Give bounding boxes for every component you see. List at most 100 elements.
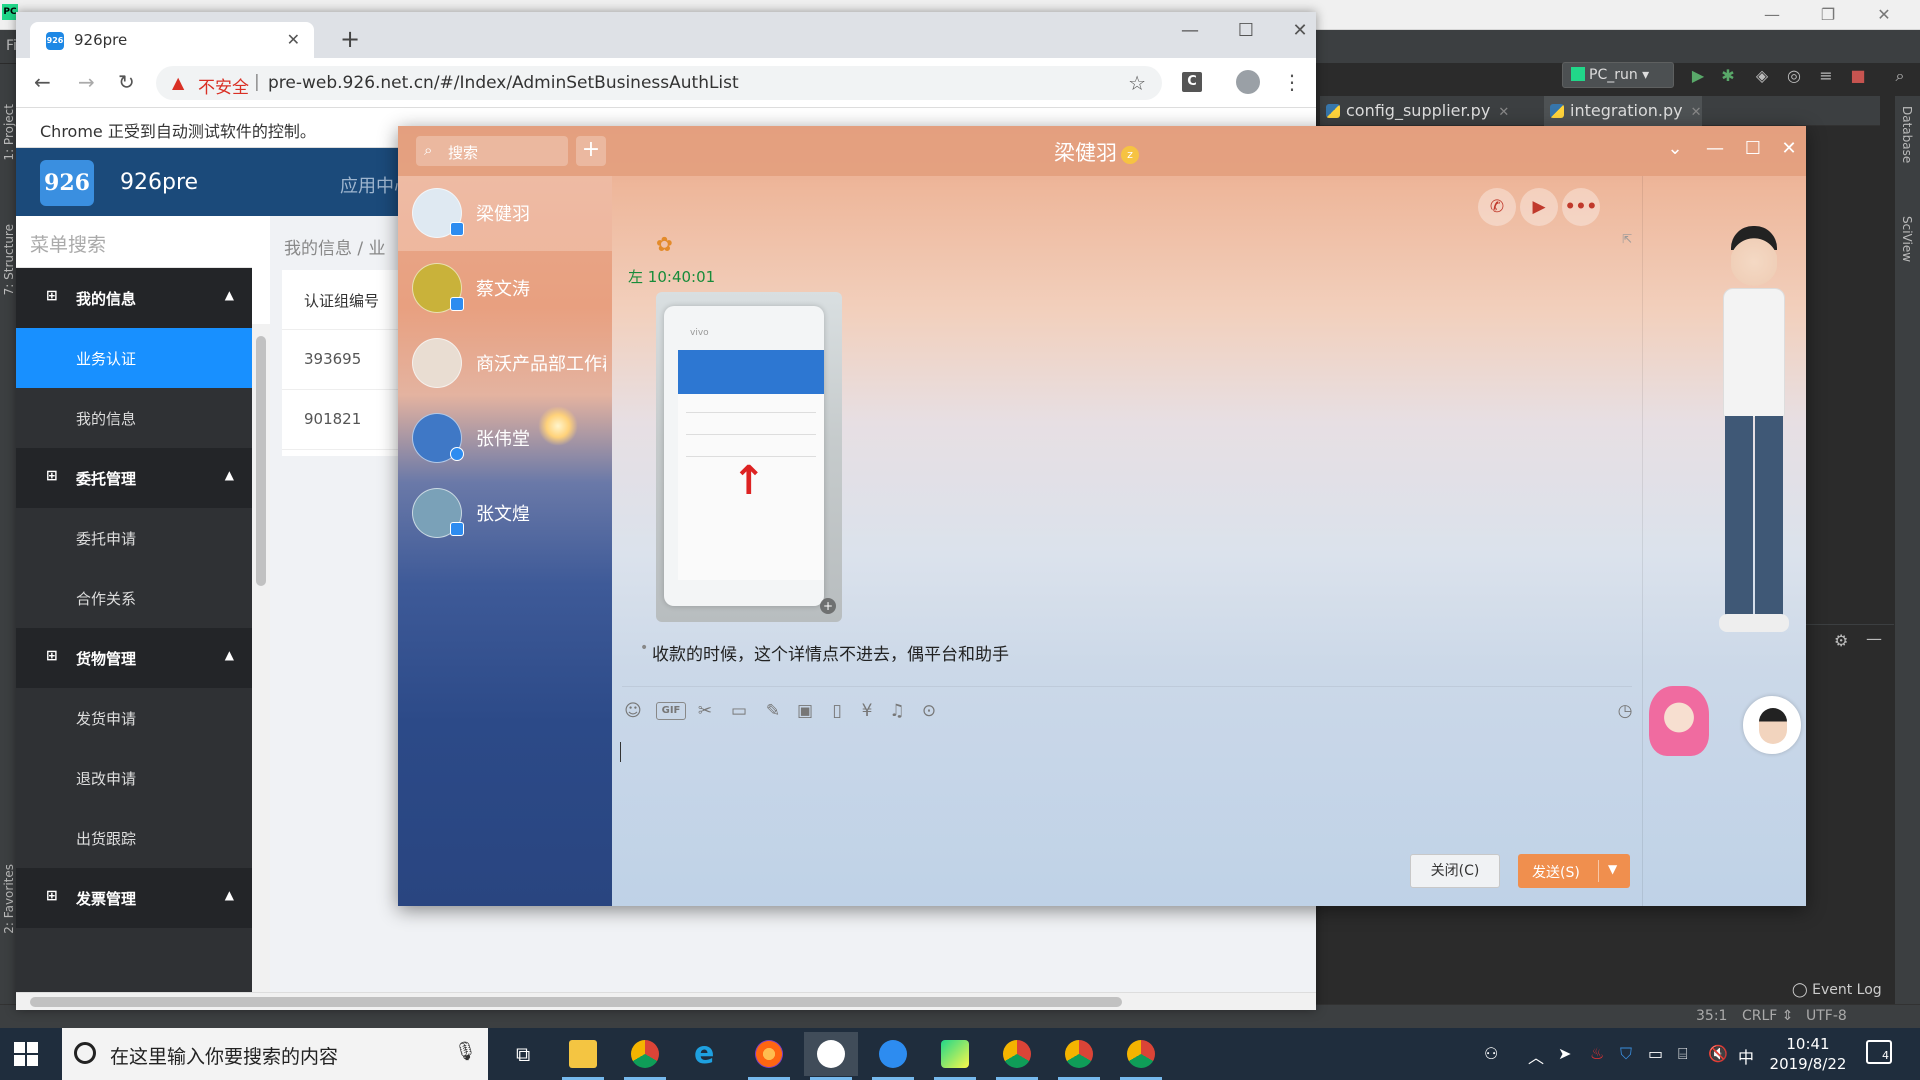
toolwindow-favorites[interactable]: 2: Favorites — [2, 864, 16, 934]
address-bar[interactable]: ▲ 不安全 | pre-web.926.net.cn/#/Index/Admin… — [156, 66, 1162, 100]
ime-indicator[interactable]: 中 — [1738, 1044, 1754, 1068]
doodle-icon[interactable]: ✎ — [760, 698, 786, 724]
chrome-icon[interactable] — [1114, 1032, 1168, 1080]
ie-icon[interactable]: e — [680, 1032, 734, 1076]
system-clock[interactable]: 10:41 2019/8/22 — [1768, 1034, 1848, 1074]
toolwindow-project[interactable]: 1: Project — [2, 104, 16, 161]
chrome-menu-icon[interactable]: ⋮ — [1282, 70, 1302, 94]
stop-icon[interactable]: ■ — [1848, 66, 1868, 86]
url-text[interactable]: pre-web.926.net.cn/#/Index/AdminSetBusin… — [268, 73, 739, 93]
event-log-button[interactable]: ◯ Event Log — [1792, 976, 1882, 1004]
friend-avatar[interactable] — [1743, 696, 1801, 754]
red-packet-icon[interactable]: ¥ — [854, 698, 880, 724]
shake-icon[interactable]: ▯ — [824, 698, 850, 724]
ide-close-button[interactable]: ✕ — [1856, 0, 1912, 30]
menu-item-partnership[interactable]: 合作关系 — [16, 568, 252, 628]
menu-item-my-info[interactable]: 我的信息 — [16, 388, 252, 448]
contact-item[interactable]: 张文煌 — [398, 476, 612, 551]
close-chat-button[interactable]: 关闭(C) — [1410, 854, 1500, 888]
profile-avatar-icon[interactable] — [1236, 70, 1260, 94]
chat-title[interactable]: 梁健羽 z — [1054, 137, 1139, 167]
chrome-close-button[interactable]: ✕ — [1272, 20, 1316, 41]
menu-item-delegation-apply[interactable]: 委托申请 — [16, 508, 252, 568]
run-icon[interactable]: ▶ — [1688, 66, 1708, 86]
app-logo[interactable]: 926 — [40, 160, 94, 206]
network-icon[interactable]: ⌸ — [1678, 1044, 1688, 1064]
history-clock-icon[interactable]: ◷ — [1612, 698, 1638, 724]
ide-minimize-button[interactable]: — — [1744, 0, 1800, 30]
more-tools-icon[interactable]: ⊙ — [916, 698, 942, 724]
chrome-icon[interactable] — [1052, 1032, 1106, 1080]
line-separator[interactable]: CRLF ⇕ — [1742, 1008, 1794, 1024]
minimize-button[interactable]: — — [1700, 138, 1730, 159]
microphone-icon[interactable]: 🎙 — [454, 1041, 477, 1062]
taskbar-search-input[interactable]: 在这里输入你要搜索的内容 🎙 — [62, 1028, 488, 1080]
close-icon[interactable]: ✕ — [287, 30, 300, 49]
send-button[interactable]: 发送(S) ▼ — [1518, 854, 1630, 888]
close-button[interactable]: ✕ — [1774, 138, 1804, 159]
task-view-icon[interactable]: ⧉ — [500, 1032, 554, 1076]
reload-icon[interactable]: ↻ — [118, 71, 135, 93]
concurrency-icon[interactable]: ≡ — [1816, 66, 1836, 86]
firefox-icon[interactable] — [742, 1032, 796, 1080]
chrome-icon[interactable] — [990, 1032, 1044, 1080]
chibi-character-icon[interactable] — [1649, 686, 1709, 756]
contact-item[interactable]: 梁健羽 — [398, 176, 612, 251]
chrome-minimize-button[interactable]: — — [1162, 20, 1218, 41]
chrome-maximize-button[interactable]: ☐ — [1218, 20, 1274, 41]
contact-item[interactable]: 蔡文涛 — [398, 251, 612, 326]
menu-item-shipment-tracking[interactable]: 出货跟踪 — [16, 808, 252, 868]
message-image[interactable]: vivo ↑ + — [656, 292, 842, 622]
horizontal-scrollbar[interactable] — [16, 992, 1316, 1010]
message-text[interactable]: 收款的时候，这个详情点不进去，偶平台和助手 — [652, 640, 1009, 665]
gif-icon[interactable]: GIF — [656, 702, 686, 720]
ide-restore-button[interactable]: ❐ — [1800, 0, 1856, 30]
menu-item-shipping-apply[interactable]: 发货申请 — [16, 688, 252, 748]
windows-start-icon[interactable] — [14, 1042, 38, 1066]
chevron-down-icon[interactable]: ⌄ — [1660, 138, 1690, 159]
extension-icon[interactable]: C — [1182, 72, 1202, 92]
contact-item[interactable]: 商沃产品部工作群 — [398, 326, 612, 401]
coverage-icon[interactable]: ◈ — [1752, 66, 1772, 86]
hide-panel-icon[interactable]: — — [1866, 629, 1882, 648]
chrome-tab-926pre[interactable]: 926 926pre ✕ — [30, 22, 314, 58]
contact-search-input[interactable]: ⌕ 搜索 — [416, 136, 568, 166]
profile-icon[interactable]: ◎ — [1784, 66, 1804, 86]
toolwindow-structure[interactable]: 7: Structure — [2, 224, 16, 295]
collapse-icon[interactable]: ⇱ — [1622, 232, 1632, 246]
more-options-icon[interactable]: ••• — [1562, 188, 1600, 226]
sidebar-scrollbar[interactable] — [252, 324, 270, 1010]
add-button[interactable]: + — [576, 136, 606, 166]
menu-item-business-auth[interactable]: 业务认证 — [16, 328, 252, 388]
people-icon[interactable]: ⚇ — [1484, 1044, 1498, 1063]
search-everywhere-icon[interactable]: ⌕ — [1890, 66, 1910, 86]
menu-group-goods[interactable]: ⊞ 货物管理 ▲ — [16, 628, 252, 688]
caret-position[interactable]: 35:1 — [1696, 1008, 1727, 1024]
forward-arrow-icon[interactable]: → — [78, 71, 95, 93]
telegram-icon[interactable]: ➤ — [1558, 1044, 1571, 1063]
insecure-label[interactable]: 不安全 — [198, 73, 249, 98]
chrome-icon[interactable] — [618, 1032, 672, 1080]
close-icon[interactable]: ✕ — [1498, 105, 1509, 120]
contact-item[interactable]: 张伟堂 — [398, 401, 612, 476]
debug-icon[interactable]: ✱ — [1718, 66, 1738, 86]
screenshot-scissors-icon[interactable]: ✂ — [692, 698, 718, 724]
tray-expand-icon[interactable]: ︿ — [1528, 1044, 1544, 1068]
zoom-in-icon[interactable]: + — [820, 598, 836, 614]
toolwindow-database[interactable]: Database — [1900, 106, 1914, 163]
menu-group-my-info[interactable]: ⊞ 我的信息 ▲ — [16, 268, 252, 328]
bookmark-star-icon[interactable]: ☆ — [1128, 71, 1146, 95]
image-icon[interactable]: ▣ — [792, 698, 818, 724]
sender-name[interactable]: 左 — [628, 268, 643, 286]
maximize-button[interactable]: ☐ — [1738, 138, 1768, 159]
qq-show-avatar-figure[interactable] — [1703, 226, 1803, 646]
menu-search-input[interactable]: 菜单搜索 — [16, 216, 252, 268]
video-call-icon[interactable]: ▶ — [1520, 188, 1558, 226]
tab-config-supplier[interactable]: config_supplier.py ✕ — [1320, 96, 1509, 126]
warning-icon[interactable]: ▲ — [172, 73, 184, 92]
close-icon[interactable]: ✕ — [1691, 105, 1702, 120]
file-explorer-icon[interactable] — [556, 1032, 610, 1080]
pycharm-icon[interactable] — [928, 1032, 982, 1080]
chevron-down-icon[interactable]: ▼ — [1608, 862, 1617, 876]
folder-icon[interactable]: ▭ — [726, 698, 752, 724]
